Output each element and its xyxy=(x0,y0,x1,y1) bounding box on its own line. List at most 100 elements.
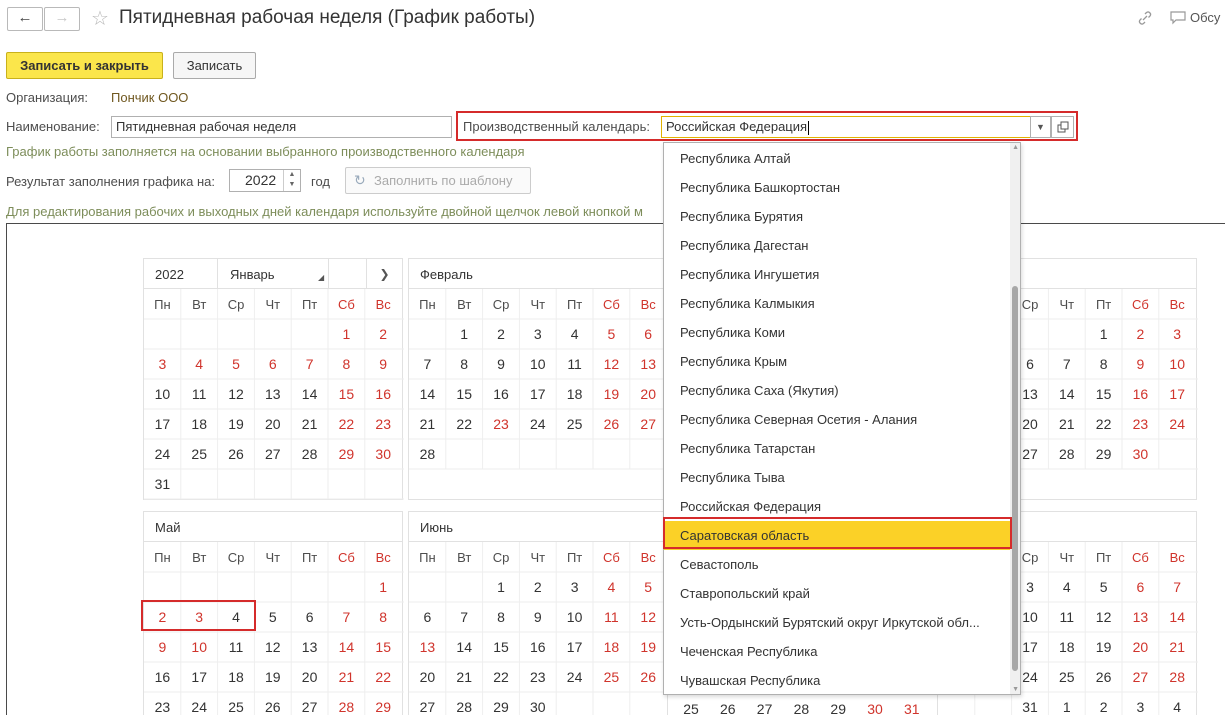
day-cell[interactable]: 7 xyxy=(460,609,468,625)
day-cell[interactable]: 30 xyxy=(867,701,883,715)
day-cell[interactable]: 15 xyxy=(339,386,355,402)
day-cell[interactable]: 18 xyxy=(1059,639,1075,655)
day-cell[interactable]: 23 xyxy=(493,416,509,432)
day-cell[interactable]: 31 xyxy=(155,476,171,492)
day-cell[interactable]: 12 xyxy=(265,639,281,655)
day-cell[interactable]: 19 xyxy=(265,669,281,685)
day-cell[interactable]: 17 xyxy=(155,416,171,432)
dropdown-item[interactable]: Республика Крым xyxy=(664,347,1012,376)
day-cell[interactable]: 25 xyxy=(191,446,207,462)
day-cell[interactable]: 3 xyxy=(571,579,579,595)
day-cell[interactable]: 6 xyxy=(644,326,652,342)
day-cell[interactable]: 26 xyxy=(265,699,281,715)
day-cell[interactable]: 5 xyxy=(1100,579,1108,595)
day-cell[interactable]: 19 xyxy=(640,639,656,655)
day-cell[interactable]: 27 xyxy=(757,701,773,715)
day-cell[interactable]: 7 xyxy=(424,356,432,372)
discuss-button[interactable]: Обсу xyxy=(1170,10,1220,25)
day-cell[interactable]: 28 xyxy=(420,446,436,462)
day-cell[interactable]: 29 xyxy=(1096,446,1112,462)
day-cell[interactable]: 31 xyxy=(1022,699,1038,715)
day-cell[interactable]: 23 xyxy=(375,416,391,432)
day-cell[interactable]: 1 xyxy=(497,579,505,595)
day-cell[interactable]: 18 xyxy=(567,386,583,402)
day-cell[interactable]: 11 xyxy=(192,386,207,402)
day-cell[interactable]: 11 xyxy=(604,609,619,625)
day-cell[interactable]: 6 xyxy=(424,609,432,625)
day-cell[interactable]: 23 xyxy=(155,699,171,715)
day-cell[interactable]: 10 xyxy=(530,356,546,372)
day-cell[interactable]: 2 xyxy=(497,326,505,342)
organization-link[interactable]: Пончик ООО xyxy=(111,90,188,105)
day-cell[interactable]: 4 xyxy=(608,579,616,595)
day-cell[interactable]: 8 xyxy=(460,356,468,372)
dropdown-item[interactable]: Республика Бурятия xyxy=(664,202,1012,231)
day-cell[interactable]: 6 xyxy=(269,356,277,372)
dropdown-item[interactable]: Республика Башкортостан xyxy=(664,173,1012,202)
scroll-up-icon[interactable]: ▲ xyxy=(1012,144,1019,151)
dropdown-item[interactable]: Севастополь xyxy=(664,550,1012,579)
dropdown-item[interactable]: Республика Тыва xyxy=(664,463,1012,492)
day-cell[interactable]: 3 xyxy=(534,326,542,342)
day-cell[interactable]: 27 xyxy=(420,699,436,715)
day-cell[interactable]: 22 xyxy=(1096,416,1112,432)
day-cell[interactable]: 27 xyxy=(1133,669,1149,685)
save-button[interactable]: Записать xyxy=(173,52,256,79)
back-button[interactable]: ← xyxy=(7,7,43,31)
day-cell[interactable]: 2 xyxy=(534,579,542,595)
day-cell[interactable]: 27 xyxy=(302,699,318,715)
year-spinner[interactable]: ▲ ▼ xyxy=(283,170,300,191)
day-cell[interactable]: 27 xyxy=(265,446,281,462)
day-cell[interactable]: 27 xyxy=(640,416,656,432)
day-cell[interactable]: 5 xyxy=(269,609,277,625)
day-cell[interactable]: 12 xyxy=(640,609,656,625)
day-cell[interactable]: 13 xyxy=(265,386,281,402)
day-cell[interactable]: 20 xyxy=(640,386,656,402)
day-cell[interactable]: 8 xyxy=(379,609,387,625)
day-cell[interactable]: 12 xyxy=(1096,609,1112,625)
day-cell[interactable]: 17 xyxy=(567,639,583,655)
day-cell[interactable]: 1 xyxy=(379,579,387,595)
day-cell[interactable]: 13 xyxy=(640,356,656,372)
dropdown-item[interactable]: Республика Ингушетия xyxy=(664,260,1012,289)
day-cell[interactable]: 25 xyxy=(228,699,244,715)
day-cell[interactable]: 6 xyxy=(306,609,314,625)
dropdown-item[interactable]: Республика Северная Осетия - Алания xyxy=(664,405,1012,434)
day-cell[interactable]: 17 xyxy=(191,669,207,685)
day-cell[interactable]: 21 xyxy=(420,416,436,432)
day-cell[interactable]: 7 xyxy=(343,609,351,625)
day-cell[interactable]: 18 xyxy=(228,669,244,685)
dropdown-item[interactable]: Ставропольский край xyxy=(664,579,1012,608)
day-cell[interactable]: 21 xyxy=(1059,416,1075,432)
day-cell[interactable]: 21 xyxy=(302,416,318,432)
day-cell[interactable]: 25 xyxy=(683,701,699,715)
day-cell[interactable]: 8 xyxy=(497,609,505,625)
day-cell[interactable]: 17 xyxy=(1169,386,1185,402)
day-cell[interactable]: 3 xyxy=(1173,326,1181,342)
day-cell[interactable]: 11 xyxy=(567,356,582,372)
day-cell[interactable]: 10 xyxy=(567,609,583,625)
calendar-dropdown-list[interactable]: Республика Алтай Республика Башкортостан Р… xyxy=(663,142,1021,695)
day-cell[interactable]: 5 xyxy=(608,326,616,342)
day-cell[interactable]: 10 xyxy=(1022,609,1038,625)
day-cell[interactable]: 27 xyxy=(1022,446,1038,462)
day-cell[interactable]: 28 xyxy=(1169,669,1185,685)
day-cell[interactable]: 17 xyxy=(1022,639,1038,655)
day-cell[interactable]: 20 xyxy=(1022,416,1038,432)
open-calendar-button[interactable] xyxy=(1051,116,1074,138)
day-cell[interactable]: 14 xyxy=(1169,609,1185,625)
day-cell[interactable]: 20 xyxy=(302,669,318,685)
day-cell[interactable]: 18 xyxy=(604,639,620,655)
day-cell[interactable]: 24 xyxy=(191,699,207,715)
day-cell[interactable]: 4 xyxy=(1173,699,1181,715)
day-cell[interactable]: 20 xyxy=(1133,639,1149,655)
dropdown-item[interactable]: Республика Калмыкия xyxy=(664,289,1012,318)
day-cell[interactable]: 25 xyxy=(1059,669,1075,685)
spin-down-icon[interactable]: ▼ xyxy=(284,180,300,190)
dropdown-item[interactable]: Республика Саха (Якутия) xyxy=(664,376,1012,405)
dropdown-item[interactable]: Республика Коми xyxy=(664,318,1012,347)
production-calendar-input[interactable]: Российская Федерация xyxy=(661,116,1031,138)
scrollbar-thumb[interactable] xyxy=(1012,286,1018,671)
dropdown-item[interactable]: Усть-Ордынский Бурятский округ Иркутской… xyxy=(664,608,1012,637)
save-and-close-button[interactable]: Записать и закрыть xyxy=(6,52,163,79)
